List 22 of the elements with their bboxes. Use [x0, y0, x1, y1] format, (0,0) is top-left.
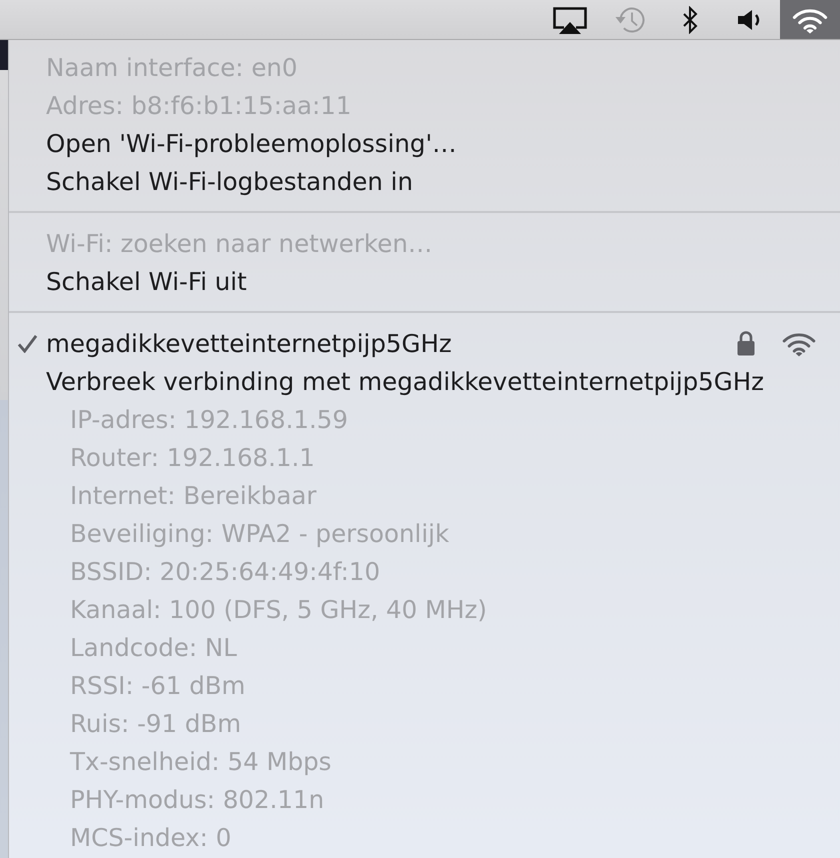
network-detail-text: Internet: Bereikbaar	[69, 480, 318, 512]
network-item[interactable]: megadikkevetteinternetpijp5GHz	[9, 324, 840, 362]
network-detail-text: Router: 192.168.1.1	[69, 442, 316, 474]
network-detail-text: RSSI: -61 dBm	[69, 670, 246, 702]
menu-item[interactable]: Schakel Wi-Fi uit	[9, 262, 840, 300]
bluetooth-icon	[682, 6, 698, 34]
display-arrow-icon	[552, 6, 588, 34]
menu-item[interactable]: Verbreek verbinding met megadikkevetteinternetpijp5GHz	[9, 362, 840, 400]
network-detail-text: Kanaal: 100 (DFS, 5 GHz, 40 MHz)	[69, 594, 488, 626]
network-detail-text: MCS-index: 0	[69, 822, 232, 854]
network-detail-text: Beveiliging: WPA2 - persoonlijk	[69, 518, 450, 550]
network-detail-text: BSSID: 20:25:64:49:4f:10	[69, 556, 382, 588]
menu-info-text: Adres: b8:f6:b1:15:aa:11	[45, 90, 352, 122]
menu-item[interactable]: Open 'Wi-Fi-probleemoplossing'…	[9, 124, 840, 162]
network-detail-text: PHY-modus: 802.11n	[69, 784, 326, 816]
network-detail-text: Landcode: NL	[69, 632, 238, 664]
network-detail-text: Ruis: -91 dBm	[69, 708, 242, 740]
menu-info-text: Wi-Fi: zoeken naar netwerken…	[45, 228, 434, 260]
menu-info-text: Naam interface: en0	[45, 52, 299, 84]
menu-item[interactable]: Schakel Wi-Fi-logbestanden in	[9, 162, 840, 200]
network-detail-text: Tx-snelheid: 54 Mbps	[69, 746, 332, 778]
network-detail-text: IP-adres: 192.168.1.59	[69, 404, 349, 436]
